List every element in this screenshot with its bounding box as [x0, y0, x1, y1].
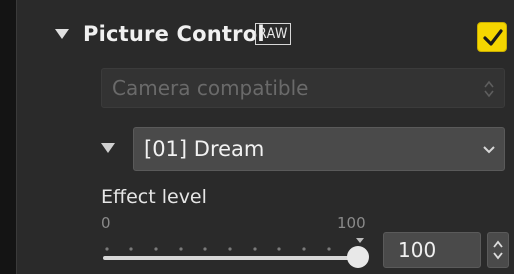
effect-level-label: Effect level [101, 186, 207, 208]
spinner-arrows-icon [484, 80, 494, 98]
slider-max-label: 100 [337, 214, 366, 232]
max-caret-icon [356, 238, 364, 243]
chevron-down-icon [483, 146, 495, 154]
slider-track[interactable] [103, 256, 363, 260]
section-header: Picture Control RAW [17, 0, 514, 68]
raw-badge: RAW [255, 23, 291, 45]
slider-thumb[interactable] [347, 246, 369, 268]
enable-checkbox[interactable] [477, 22, 507, 52]
effect-level-input[interactable]: 100 [383, 232, 481, 268]
compatibility-select[interactable]: Camera compatible [101, 68, 505, 108]
collapse-triangle-icon[interactable] [55, 29, 69, 39]
slider-ticks [105, 247, 355, 251]
preset-select[interactable]: [01] Dream [133, 127, 505, 171]
preset-collapse-triangle-icon[interactable] [101, 143, 115, 153]
checkmark-icon [483, 29, 503, 46]
preset-value: [01] Dream [144, 137, 265, 161]
picture-control-panel: Picture Control RAW Camera compatible [0… [16, 0, 514, 274]
compatibility-value: Camera compatible [112, 76, 309, 100]
effect-level-slider[interactable] [101, 232, 369, 272]
section-title: Picture Control [83, 22, 265, 46]
effect-level-stepper[interactable] [487, 232, 509, 268]
slider-min-label: 0 [101, 214, 111, 232]
effect-level-value: 100 [398, 238, 437, 262]
spinner-arrows-icon [493, 240, 503, 260]
